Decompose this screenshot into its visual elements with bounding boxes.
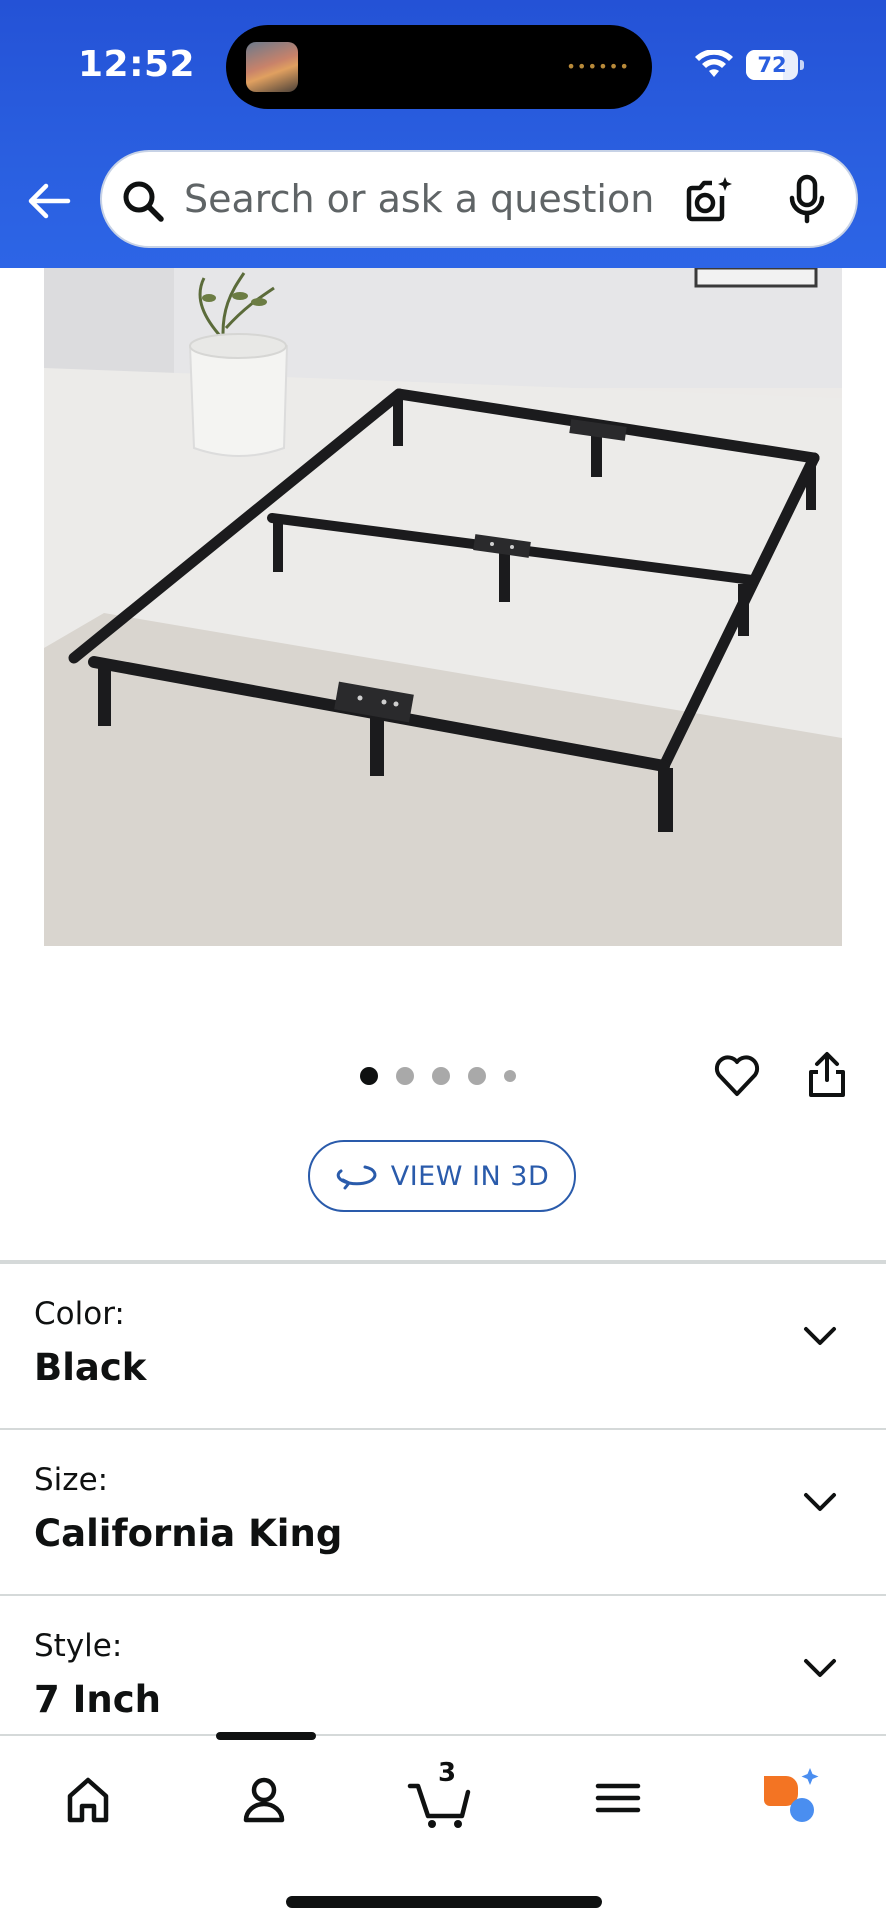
status-time: 12:52 <box>78 44 196 85</box>
back-arrow-icon[interactable] <box>24 176 74 226</box>
bed-frame-photo <box>44 268 842 946</box>
variation-label: Size: <box>34 1462 109 1498</box>
carousel-dot[interactable] <box>396 1067 414 1085</box>
battery-percent: 72 <box>757 53 787 77</box>
search-input[interactable] <box>184 152 754 246</box>
cart-count-badge: 3 <box>438 1758 457 1788</box>
carousel-dot[interactable] <box>432 1067 450 1085</box>
battery-icon: 72 <box>746 50 804 80</box>
home-icon <box>67 1777 109 1823</box>
carousel-dot[interactable] <box>504 1070 516 1082</box>
dynamic-island: •••••• <box>226 25 652 109</box>
now-playing-thumbnail[interactable] <box>246 42 298 92</box>
chevron-down-icon <box>804 1327 836 1345</box>
bottom-navigation: 3 <box>0 1732 886 1920</box>
variation-value: 7 Inch <box>34 1678 162 1721</box>
search-bar[interactable] <box>100 150 858 248</box>
product-image[interactable] <box>44 268 842 946</box>
share-icon[interactable] <box>804 1050 850 1100</box>
variation-row-size[interactable]: Size: California King <box>0 1430 886 1596</box>
rufus-icon <box>764 1768 819 1822</box>
variation-row-color[interactable]: Color: Black <box>0 1264 886 1430</box>
camera-icon[interactable] <box>684 174 734 224</box>
image-carousel-dots[interactable] <box>360 1064 516 1088</box>
menu-icon <box>595 1783 641 1813</box>
view-in-3d-label: VIEW IN 3D <box>390 1160 550 1192</box>
heart-icon[interactable] <box>712 1050 762 1100</box>
carousel-dot[interactable] <box>360 1067 378 1085</box>
rotate-3d-icon <box>336 1165 377 1190</box>
wifi-icon <box>695 50 733 77</box>
chevron-down-icon <box>804 1493 836 1511</box>
nav-rufus[interactable] <box>756 1762 828 1834</box>
nav-home[interactable] <box>52 1762 124 1834</box>
carousel-dot[interactable] <box>468 1067 486 1085</box>
nav-account[interactable] <box>228 1762 300 1834</box>
island-activity-dots: •••••• <box>566 57 630 76</box>
chevron-down-icon <box>804 1659 836 1677</box>
view-in-3d-button[interactable]: VIEW IN 3D <box>308 1140 576 1212</box>
variation-label: Color: <box>34 1296 125 1332</box>
account-icon <box>243 1777 285 1823</box>
nav-menu[interactable] <box>582 1762 654 1834</box>
search-icon <box>123 181 164 222</box>
home-indicator <box>286 1896 602 1908</box>
mic-icon[interactable] <box>782 174 832 224</box>
nav-cart[interactable]: 3 <box>404 1758 476 1834</box>
variation-value: Black <box>34 1346 147 1389</box>
app-header: 12:52 •••••• 72 <box>0 0 886 268</box>
variation-value: California King <box>34 1512 343 1555</box>
variation-label: Style: <box>34 1628 123 1664</box>
active-tab-indicator <box>216 1732 316 1740</box>
